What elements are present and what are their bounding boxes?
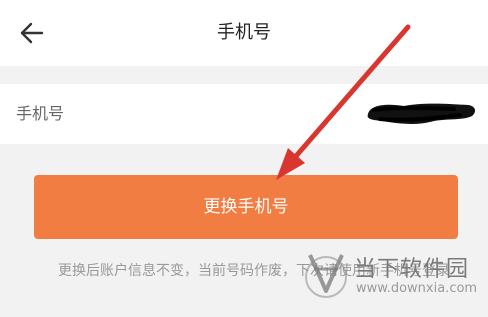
change-phone-button[interactable]: 更换手机号: [34, 175, 458, 239]
nav-header: 手机号: [0, 0, 488, 66]
watermark-brand: 当下软件园: [354, 257, 470, 282]
watermark-url: www.downxia.com: [356, 281, 478, 296]
watermark: 当下软件园 www.downxia.com: [300, 245, 488, 313]
watermark-logo-icon: [305, 254, 347, 298]
phone-number-row: 手机号: [0, 84, 488, 144]
phone-settings-screen: 手机号 手机号 更换手机号 更换后账户信息不变，当前号码作废，下次请使用新手机号…: [0, 0, 488, 317]
page-title: 手机号: [217, 22, 271, 43]
phone-number-label: 手机号: [16, 104, 65, 123]
phone-number-redacted: [364, 101, 478, 127]
back-button[interactable]: [14, 18, 48, 48]
arrow-left-icon: [20, 22, 44, 44]
